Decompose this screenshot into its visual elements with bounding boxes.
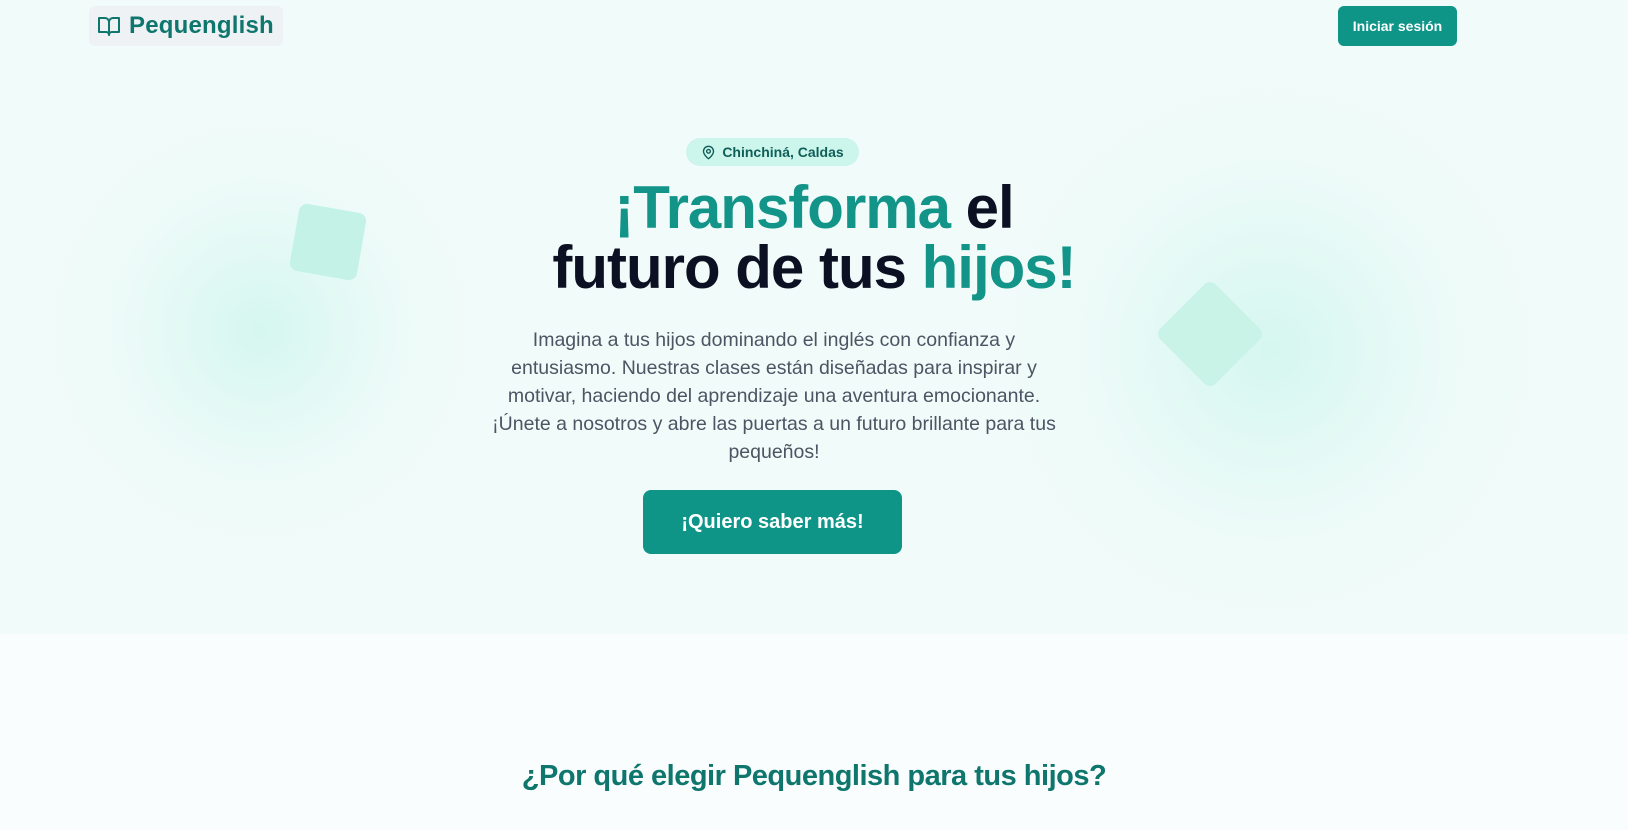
learn-more-button[interactable]: ¡Quiero saber más! [643, 490, 902, 554]
location-text: Chinchiná, Caldas [722, 144, 844, 160]
login-button[interactable]: Iniciar sesión [1338, 6, 1457, 46]
map-pin-icon [703, 145, 715, 159]
open-book-icon [98, 17, 120, 36]
headline-accent-hijos: hijos! [921, 234, 1077, 301]
hero-section: Chinchiná, Caldas ¡Transforma el futuro d… [0, 0, 1628, 634]
background-glow-left [40, 90, 480, 570]
background-glow-right [980, 60, 1560, 634]
top-navbar: Pequenglish Iniciar sesión [0, 0, 1628, 52]
headline-accent-transforma: ¡Transforma [614, 174, 951, 241]
hero-headline: ¡Transforma el futuro de tus hijos! [414, 178, 1214, 298]
decorative-square-shape [288, 202, 368, 282]
brand-logo-link[interactable]: Pequenglish [89, 6, 283, 46]
location-badge: Chinchiná, Caldas [686, 138, 859, 166]
headline-el: el [950, 174, 1015, 241]
brand-name: Pequenglish [129, 12, 274, 39]
headline-futuro: futuro de tus [552, 234, 922, 301]
hero-description: Imagina a tus hijos dominando el inglés … [492, 329, 1056, 463]
features-section-title: ¿Por qué elegir Pequenglish para tus hij… [521, 760, 1107, 792]
